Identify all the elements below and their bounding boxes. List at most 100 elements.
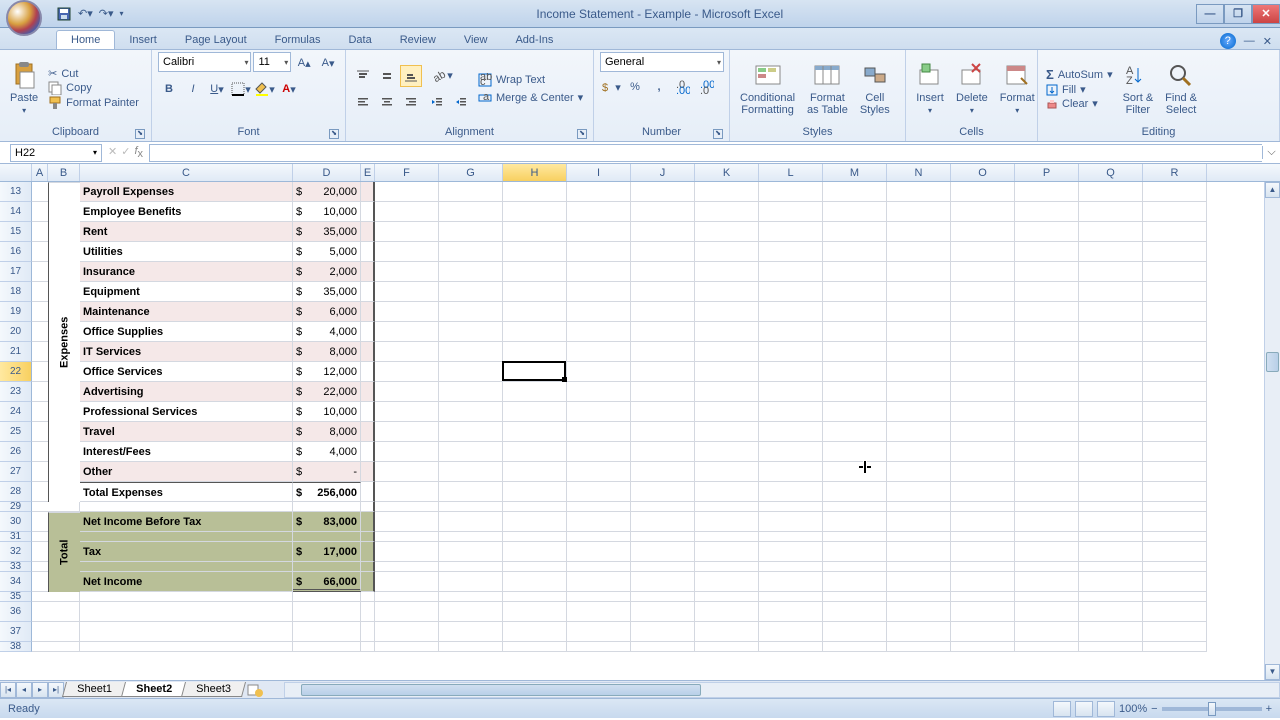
cell[interactable] [567,182,631,202]
cell[interactable]: Professional Services [80,402,293,422]
cell[interactable]: Utilities [80,242,293,262]
align-middle-icon[interactable] [376,65,398,87]
cell[interactable] [823,532,887,542]
cell[interactable] [1143,482,1207,502]
cell[interactable]: Travel [80,422,293,442]
row-header[interactable]: 25 [0,422,32,442]
cell[interactable] [503,242,567,262]
cell[interactable] [361,482,375,502]
cell[interactable] [1015,502,1079,512]
cell[interactable] [293,502,361,512]
tab-review[interactable]: Review [386,31,450,49]
increase-indent-icon[interactable] [450,91,472,113]
cell[interactable] [951,422,1015,442]
cell[interactable] [503,442,567,462]
cell[interactable] [823,182,887,202]
formula-input[interactable] [149,144,1262,162]
cell[interactable] [80,592,293,602]
cell[interactable] [1015,602,1079,622]
cell[interactable] [439,542,503,562]
cell[interactable] [951,442,1015,462]
cell[interactable] [823,222,887,242]
cell[interactable] [361,242,375,262]
row-header[interactable]: 16 [0,242,32,262]
align-left-icon[interactable] [352,91,374,113]
cell[interactable] [361,502,375,512]
cell[interactable] [951,622,1015,642]
cell[interactable] [1079,642,1143,652]
tab-view[interactable]: View [450,31,502,49]
cell[interactable] [631,512,695,532]
insert-cells-button[interactable]: Insert▾ [912,60,948,117]
cell[interactable] [48,642,80,652]
cell[interactable] [1015,262,1079,282]
cell[interactable] [823,242,887,262]
cell[interactable] [567,562,631,572]
cell[interactable]: Tax [80,542,293,562]
cell[interactable]: $2,000 [293,262,361,282]
row-header[interactable]: 29 [0,502,32,512]
cell[interactable] [631,322,695,342]
cell[interactable] [1015,442,1079,462]
cell[interactable] [695,512,759,532]
cell[interactable] [503,502,567,512]
align-center-icon[interactable] [376,91,398,113]
cell[interactable] [951,262,1015,282]
sheet-tab[interactable]: Sheet1 [62,682,127,697]
cell[interactable] [32,222,48,242]
sheet-next-icon[interactable]: ▸ [32,682,48,698]
cell[interactable] [503,362,567,382]
cell[interactable] [951,222,1015,242]
cell[interactable] [823,602,887,622]
cell[interactable] [361,402,375,422]
cell[interactable] [951,242,1015,262]
cell[interactable] [32,422,48,442]
sheet-tab[interactable]: Sheet3 [181,682,246,697]
cell[interactable] [631,542,695,562]
col-header-L[interactable]: L [759,164,823,181]
cell[interactable] [951,512,1015,532]
cell[interactable] [951,462,1015,482]
merge-center-button[interactable]: aMerge & Center▾ [476,91,585,105]
cell[interactable] [887,562,951,572]
cell[interactable] [80,622,293,642]
cell[interactable] [375,362,439,382]
cell[interactable] [1015,282,1079,302]
cell[interactable] [439,282,503,302]
cell[interactable] [887,482,951,502]
cell[interactable] [887,532,951,542]
cell[interactable] [32,592,48,602]
cell[interactable] [32,322,48,342]
cell[interactable] [439,302,503,322]
cell[interactable] [375,182,439,202]
cell[interactable] [375,382,439,402]
cell[interactable] [823,442,887,462]
cell[interactable] [695,542,759,562]
cell[interactable] [1015,462,1079,482]
cell[interactable] [375,592,439,602]
col-header-Q[interactable]: Q [1079,164,1143,181]
cell[interactable] [631,572,695,592]
cell[interactable] [759,442,823,462]
row-header[interactable]: 37 [0,622,32,642]
cell[interactable] [293,562,361,572]
cell[interactable] [1079,512,1143,532]
cell[interactable] [1143,182,1207,202]
cell[interactable] [375,542,439,562]
cell[interactable] [439,532,503,542]
cell[interactable] [1143,362,1207,382]
cell[interactable]: Insurance [80,262,293,282]
horizontal-scrollbar[interactable] [284,682,1280,698]
cell[interactable] [1143,462,1207,482]
cell[interactable] [1143,262,1207,282]
cell[interactable] [759,592,823,602]
cell[interactable]: Expenses [48,182,80,502]
cell[interactable] [759,532,823,542]
cell[interactable] [951,382,1015,402]
cell[interactable] [361,182,375,202]
cell[interactable] [567,642,631,652]
cell[interactable] [823,262,887,282]
cell[interactable] [32,642,48,652]
cell[interactable] [361,622,375,642]
row-header[interactable]: 18 [0,282,32,302]
